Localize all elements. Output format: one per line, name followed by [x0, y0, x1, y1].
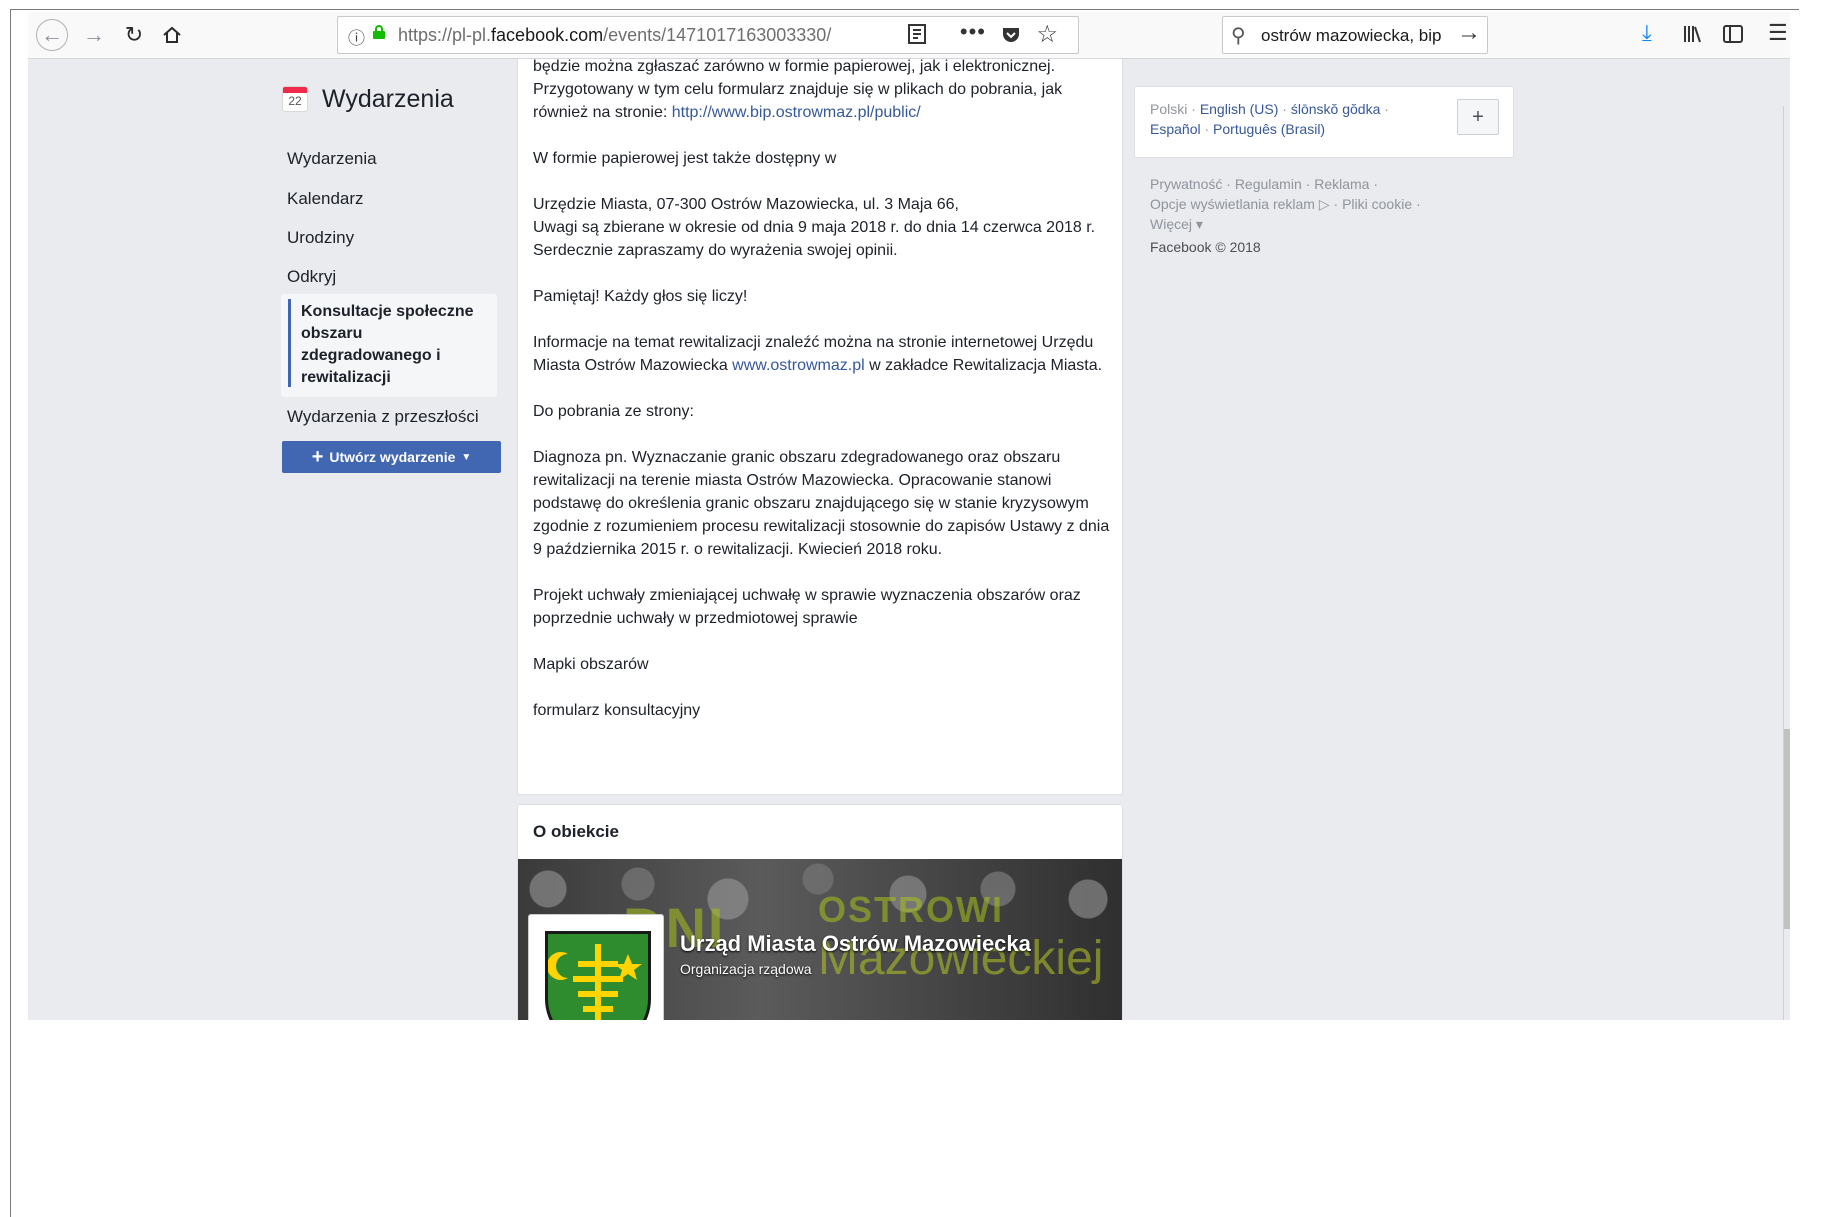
- bip-link[interactable]: http://www.bip.ostrowmaz.pl/public/: [672, 104, 921, 121]
- coat-of-arms-symbol: [546, 944, 642, 1020]
- event-description: będzie można zgłaszać zarówno w formie p…: [533, 55, 1113, 745]
- reader-view-icon[interactable]: [906, 23, 928, 45]
- url-domain: facebook.com: [491, 25, 604, 45]
- calendar-day: 22: [288, 94, 302, 108]
- desc-paragraph-3: Urzędzie Miasta, 07-300 Ostrów Mazowieck…: [533, 193, 1113, 262]
- active-indicator: [288, 299, 291, 387]
- lang-spanish[interactable]: Español: [1150, 121, 1201, 137]
- footer-privacy[interactable]: Prywatność: [1150, 176, 1222, 192]
- footer-links: Prywatność · Regulamin · Reklama · Opcje…: [1150, 176, 1421, 232]
- download-icon[interactable]: ⤓: [1642, 20, 1652, 46]
- desc-paragraph-1: Przygotowany w tym celu formularz znajdu…: [533, 78, 1113, 124]
- facebook-page: 22 Wydarzenia Wydarzenia Kalendarz Urodz…: [28, 58, 1790, 1020]
- nav-item-discover[interactable]: Odkryj: [287, 267, 336, 287]
- info-icon[interactable]: ⓘ: [348, 24, 368, 48]
- plus-icon: +: [1472, 105, 1484, 128]
- desc-paragraph-2: W formie papierowej jest także dostępny …: [533, 150, 837, 167]
- nav-item-current-event[interactable]: Konsultacje społeczne obszaru zdegradowa…: [281, 294, 497, 397]
- nav-title[interactable]: Wydarzenia: [322, 85, 454, 114]
- url-text[interactable]: https://pl-pl.facebook.com/events/147101…: [398, 25, 831, 46]
- reload-button[interactable]: ↻: [118, 19, 150, 51]
- nav-item-events[interactable]: Wydarzenia: [287, 149, 377, 169]
- reload-icon: ↻: [124, 22, 144, 47]
- arrow-left-icon: ←: [41, 22, 63, 47]
- nav-item-calendar[interactable]: Kalendarz: [287, 189, 364, 209]
- menu-icon[interactable]: ☰: [1768, 20, 1788, 46]
- caret-down-icon: ▼: [461, 451, 472, 463]
- page-actions-icon[interactable]: •••: [960, 19, 986, 45]
- language-selector-box: Polski · English (US) · ślōnskŏ gŏdka · …: [1134, 86, 1514, 158]
- lang-current: Polski: [1150, 101, 1188, 117]
- home-icon: [163, 26, 181, 43]
- desc-paragraph-6: Do pobrania ze strony:: [533, 403, 694, 420]
- ad-choices-icon: ▷: [1318, 196, 1330, 212]
- desc-paragraph-10: formularz konsultacyjny: [533, 702, 701, 719]
- search-go-icon[interactable]: →: [1457, 19, 1481, 47]
- scrollbar-thumb[interactable]: [1784, 729, 1790, 929]
- desc-paragraph-8: Projekt uchwały zmieniającej uchwałę w s…: [533, 587, 1081, 627]
- coat-of-arms-icon: [545, 931, 651, 1020]
- ostrowmaz-link[interactable]: www.ostrowmaz.pl: [732, 357, 864, 374]
- desc-paragraph-9: Mapki obszarów: [533, 656, 649, 673]
- pocket-icon[interactable]: [1000, 24, 1022, 46]
- page-cover-photo[interactable]: DNI OSTROWI Mazowieckiej Urząd Miasta Os…: [518, 859, 1122, 1020]
- org-logo[interactable]: [528, 914, 664, 1020]
- nav-item-birthdays[interactable]: Urodziny: [287, 228, 354, 248]
- create-event-label: Utwórz wydarzenie: [329, 449, 456, 465]
- bookmark-star-icon[interactable]: ☆: [1036, 20, 1058, 49]
- lock-icon[interactable]: [372, 25, 386, 39]
- calendar-icon: 22: [282, 86, 308, 112]
- browser-toolbar: ← → ↻ ⓘ https://pl-pl.facebook.com/event…: [28, 12, 1790, 59]
- footer-ad-choices[interactable]: Opcje wyświetlania reklam: [1150, 196, 1315, 212]
- org-name-link[interactable]: Urząd Miasta Ostrów Mazowiecka: [680, 931, 1031, 957]
- footer-copyright: Facebook © 2018: [1150, 239, 1261, 255]
- url-path: /events/1471017163003330/: [603, 25, 832, 45]
- library-icon[interactable]: [1682, 23, 1704, 45]
- plus-icon: +: [311, 445, 324, 468]
- desc-p3-dates: Uwagi są zbierane w okresie od dnia 9 ma…: [533, 219, 1096, 236]
- desc-line-cut: będzie można zgłaszać zarówno w formie p…: [533, 58, 1056, 75]
- event-description-card: będzie można zgłaszać zarówno w formie p…: [517, 58, 1123, 795]
- about-title: O obiekcie: [533, 822, 619, 841]
- url-prefix: https://pl-pl.: [398, 25, 492, 45]
- search-input[interactable]: ostrów mazowiecka, bip: [1261, 26, 1441, 46]
- desc-paragraph-7: Diagnoza pn. Wyznaczanie granic obszaru …: [533, 449, 1110, 558]
- about-page-card: O obiekcie DNI OSTROWI Mazowieckiej Urzą…: [517, 804, 1123, 1020]
- desc-paragraph-5: Informacje na temat rewitalizacji znaleź…: [533, 331, 1113, 377]
- footer-more[interactable]: Więcej: [1150, 216, 1192, 232]
- search-icon: ⚲: [1231, 25, 1246, 47]
- footer-terms[interactable]: Regulamin: [1235, 176, 1302, 192]
- caret-down-icon: ▾: [1195, 216, 1203, 232]
- current-event-label: Konsultacje społeczne obszaru zdegradowa…: [301, 303, 474, 386]
- back-button[interactable]: ←: [36, 19, 68, 51]
- footer-cookies[interactable]: Pliki cookie: [1342, 196, 1412, 212]
- arrow-right-icon: →: [83, 22, 105, 47]
- cover-text-ostrowi: OSTROWI: [818, 889, 1004, 930]
- desc-p3-address: Urzędzie Miasta, 07-300 Ostrów Mazowieck…: [533, 196, 959, 213]
- more-languages-button[interactable]: +: [1457, 99, 1499, 135]
- frame-border-left: [10, 9, 11, 1217]
- nav-item-past-events[interactable]: Wydarzenia z przeszłości: [287, 407, 479, 427]
- footer-ads[interactable]: Reklama: [1314, 176, 1369, 192]
- desc-p5-tail: w zakładce Rewitalizacja Miasta.: [864, 357, 1103, 374]
- search-bar[interactable]: ⚲ ostrów mazowiecka, bip →: [1222, 16, 1488, 54]
- create-event-button[interactable]: + Utwórz wydarzenie ▼: [282, 441, 501, 473]
- lang-portuguese[interactable]: Português (Brasil): [1213, 121, 1325, 137]
- language-list: Polski · English (US) · ślōnskŏ gŏdka · …: [1150, 101, 1389, 137]
- lang-english[interactable]: English (US): [1200, 101, 1279, 117]
- address-bar[interactable]: ⓘ https://pl-pl.facebook.com/events/1471…: [337, 16, 1079, 54]
- lang-silesian[interactable]: ślōnskŏ gŏdka: [1291, 101, 1381, 117]
- desc-p3-invite: Serdecznie zapraszamy do wyrażenia swoje…: [533, 242, 898, 259]
- forward-button[interactable]: →: [78, 19, 110, 51]
- events-nav-header[interactable]: 22 Wydarzenia: [282, 79, 454, 119]
- org-type: Organizacja rządowa: [680, 961, 812, 977]
- browser-window: ← → ↻ ⓘ https://pl-pl.facebook.com/event…: [28, 12, 1790, 1020]
- page-scrollbar[interactable]: [1783, 106, 1790, 1020]
- sidebar-toggle-icon[interactable]: [1722, 23, 1744, 45]
- home-button[interactable]: [156, 19, 188, 51]
- frame-border-top: [10, 9, 1799, 10]
- desc-paragraph-4: Pamiętaj! Każdy głos się liczy!: [533, 288, 748, 305]
